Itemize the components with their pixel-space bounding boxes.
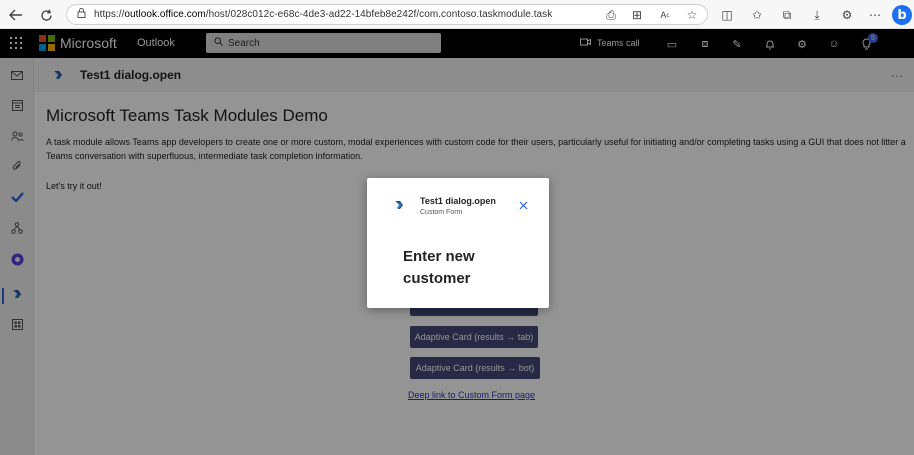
app-available-icon[interactable]: ⎙ bbox=[602, 6, 620, 24]
collections-icon[interactable]: ⧉ bbox=[778, 6, 796, 24]
lock-icon bbox=[77, 8, 86, 21]
favorite-star-icon[interactable]: ☆ bbox=[683, 6, 701, 24]
extensions-icon[interactable]: ⚙ bbox=[838, 6, 856, 24]
bing-copilot-icon[interactable]: b bbox=[892, 5, 912, 25]
back-icon[interactable] bbox=[6, 5, 26, 25]
url-text: https://outlook.office.com/host/028c012c… bbox=[94, 9, 553, 20]
grid-view-icon[interactable]: ⊞ bbox=[628, 6, 646, 24]
downloads-icon[interactable]: ⤓ bbox=[808, 6, 826, 24]
task-module-dialog: Test1 dialog.open Custom Form Enter new … bbox=[367, 178, 549, 308]
refresh-icon[interactable] bbox=[36, 5, 56, 25]
dialog-title: Test1 dialog.open bbox=[420, 196, 496, 206]
read-aloud-icon[interactable]: Aⅽ bbox=[656, 6, 674, 24]
browser-toolbar: https://outlook.office.com/host/028c012c… bbox=[0, 0, 914, 29]
dialog-subtitle: Custom Form bbox=[420, 209, 463, 216]
dialog-body-text: Enter new customer bbox=[403, 248, 475, 287]
close-icon[interactable] bbox=[516, 198, 530, 212]
more-browser-icon[interactable]: ⋯ bbox=[866, 6, 884, 24]
favorites-list-icon[interactable]: ✩ bbox=[748, 6, 766, 24]
split-screen-icon[interactable]: ◫ bbox=[718, 6, 736, 24]
task-module-app-icon bbox=[393, 199, 405, 211]
